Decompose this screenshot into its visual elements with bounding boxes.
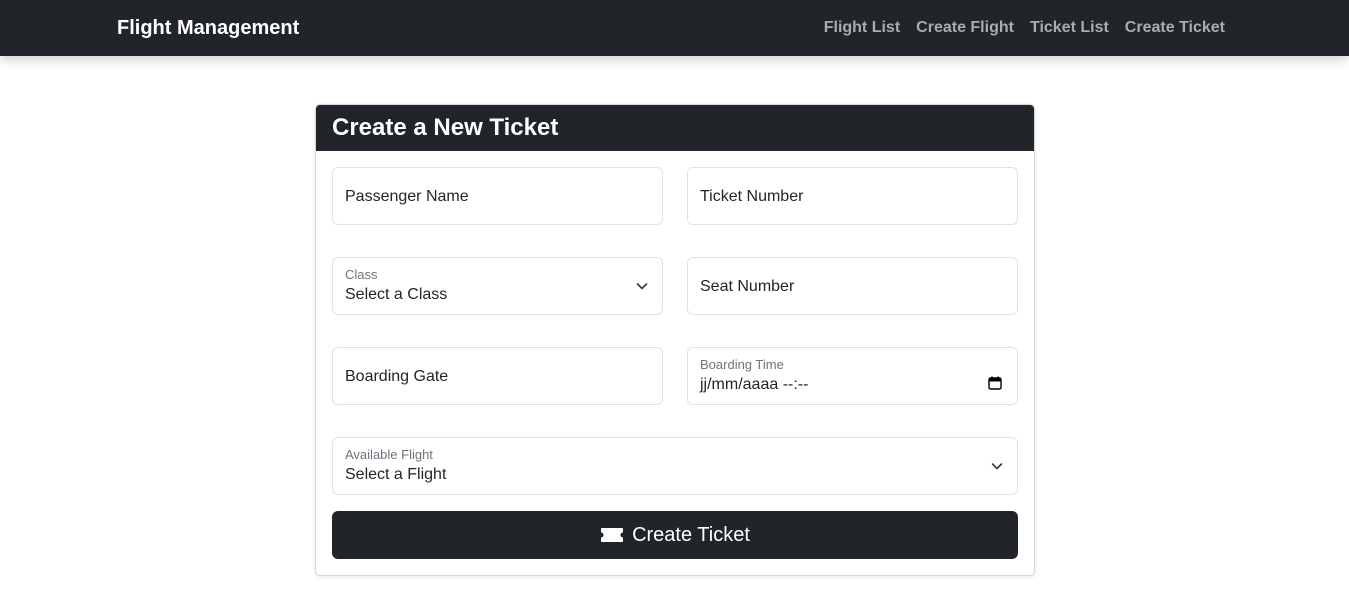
- create-ticket-button[interactable]: Create Ticket: [332, 511, 1018, 559]
- passenger-name-field[interactable]: Passenger Name: [332, 167, 663, 225]
- navbar: Flight Management Flight List Create Fli…: [0, 0, 1349, 56]
- boarding-gate-placeholder: Boarding Gate: [345, 368, 449, 385]
- create-ticket-label: Create Ticket: [632, 523, 750, 546]
- ticket-number-placeholder: Ticket Number: [700, 188, 804, 205]
- ticket-number-field[interactable]: Ticket Number: [687, 167, 1018, 225]
- ticket-icon: [601, 528, 624, 542]
- class-select[interactable]: Class Select a Class: [332, 257, 663, 315]
- nav-link-flight-list[interactable]: Flight List: [824, 18, 900, 38]
- create-ticket-card: Create a New Ticket Passenger Name Ticke…: [315, 104, 1035, 576]
- seat-number-placeholder: Seat Number: [700, 278, 795, 295]
- nav-link-ticket-list[interactable]: Ticket List: [1030, 18, 1109, 38]
- class-label: Class: [345, 267, 378, 282]
- flight-label: Available Flight: [345, 447, 433, 462]
- boarding-time-value: jj/mm/aaaa --:--: [700, 376, 809, 393]
- flight-select[interactable]: Available Flight Select a Flight: [332, 437, 1018, 495]
- passenger-name-placeholder: Passenger Name: [345, 188, 469, 205]
- boarding-time-field[interactable]: Boarding Time jj/mm/aaaa --:--: [687, 347, 1018, 405]
- chevron-down-icon: [636, 283, 648, 290]
- boarding-gate-field[interactable]: Boarding Gate: [332, 347, 663, 405]
- nav-link-create-ticket[interactable]: Create Ticket: [1125, 18, 1225, 38]
- seat-number-field[interactable]: Seat Number: [687, 257, 1018, 315]
- chevron-down-icon: [991, 463, 1003, 470]
- brand-link[interactable]: Flight Management: [117, 16, 299, 40]
- calendar-icon[interactable]: [988, 376, 1002, 390]
- boarding-time-label: Boarding Time: [700, 357, 784, 372]
- page-title: Create a New Ticket: [332, 114, 559, 141]
- flight-selected-value: Select a Flight: [345, 466, 447, 483]
- class-selected-value: Select a Class: [345, 286, 448, 303]
- nav-links: Flight List Create Flight Ticket List Cr…: [824, 18, 1225, 38]
- card-header: Create a New Ticket: [316, 105, 1034, 151]
- nav-link-create-flight[interactable]: Create Flight: [916, 18, 1014, 38]
